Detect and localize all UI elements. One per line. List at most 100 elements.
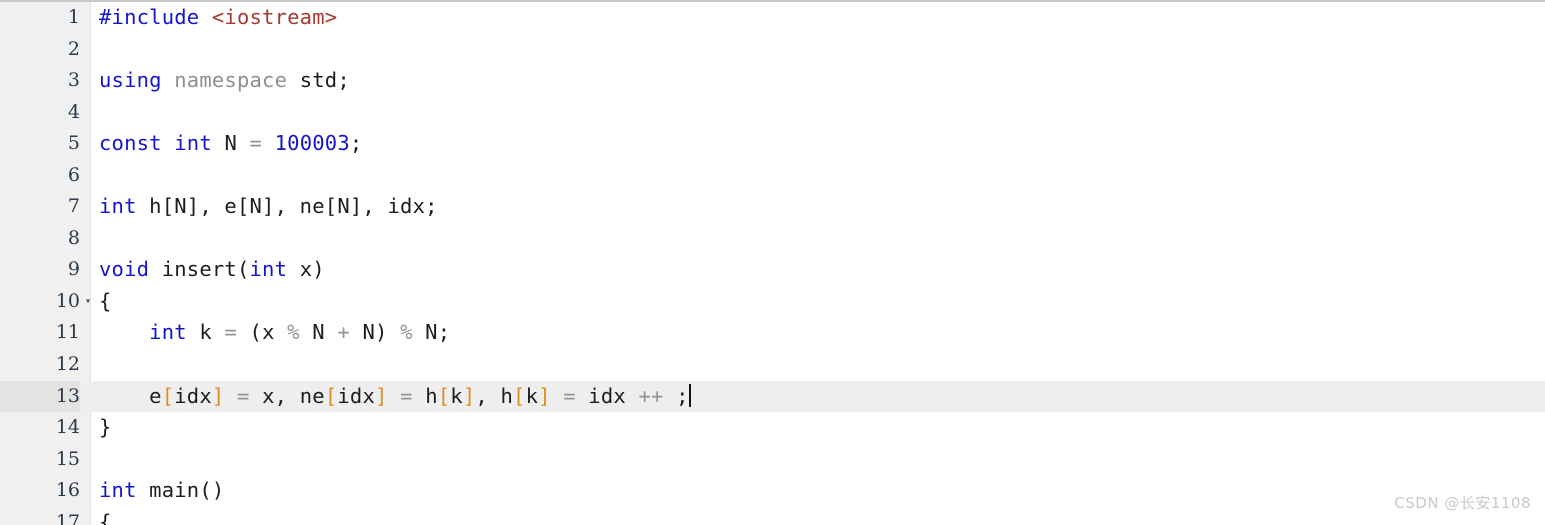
token-keyword-void: void — [99, 257, 150, 282]
code-line[interactable]: 3 using namespace std; — [0, 65, 1545, 97]
token-operator-assign: = — [224, 320, 237, 345]
token-open-brace: { — [99, 288, 112, 313]
line-number: 16 — [55, 479, 80, 502]
code-line[interactable]: 2 — [0, 34, 1545, 66]
token-identifier-n: N) — [349, 320, 401, 345]
token-expr-open: (x — [237, 320, 288, 345]
token-open-brace: { — [99, 509, 112, 525]
token-keyword-int: int — [99, 194, 137, 219]
token-array-e: e — [149, 383, 162, 408]
fold-toggle-icon[interactable]: ▾ — [82, 286, 94, 318]
token-declarators: h[N], e[N], ne[N], idx; — [136, 194, 438, 219]
code-line[interactable]: 11 int k = (x % N + N) % N; — [0, 317, 1545, 349]
code-line-content[interactable]: #include <iostream> — [99, 2, 337, 34]
code-editor[interactable]: 1 #include <iostream> 2 3 using namespac… — [0, 0, 1545, 525]
token-bracket-open: [ — [324, 383, 338, 408]
token-identifier-std: std; — [299, 68, 350, 93]
code-line-content[interactable]: const int N = 100003; — [99, 128, 362, 160]
token-identifier-k: k — [186, 320, 225, 345]
token-identifier-idx: idx — [337, 383, 375, 408]
line-number: 5 — [67, 132, 80, 155]
code-line-content[interactable]: using namespace std; — [99, 65, 350, 97]
code-line-content[interactable]: void insert(int x) — [99, 254, 325, 286]
token-operator-assign: = — [237, 383, 250, 408]
code-line-content[interactable]: int k = (x % N + N) % N; — [99, 317, 450, 349]
code-line[interactable]: 5 const int N = 100003; — [0, 128, 1545, 160]
token-close-brace: } — [99, 415, 112, 440]
code-line[interactable]: 15 — [0, 444, 1545, 476]
code-line-content[interactable]: e[idx] = x, ne[idx] = h[k], h[k] = idx +… — [99, 381, 691, 413]
token-keyword-int: int — [249, 257, 288, 282]
code-line[interactable]: 17 { — [0, 507, 1545, 525]
token-keyword-int: int — [99, 478, 137, 503]
code-line-active[interactable]: 13 e[idx] = x, ne[idx] = h[k], h[k] = id… — [0, 380, 1545, 413]
token-identifier-idx: idx — [174, 383, 212, 408]
code-line[interactable]: 14 } — [0, 412, 1545, 444]
line-number: 1 — [67, 6, 80, 28]
code-line[interactable]: 6 — [0, 160, 1545, 192]
token-identifier-n: N — [299, 320, 338, 345]
code-line-content[interactable]: int h[N], e[N], ne[N], idx; — [99, 191, 438, 223]
token-bracket-close: ] — [538, 383, 551, 408]
line-number: 6 — [67, 163, 80, 186]
line-number: 7 — [67, 195, 80, 218]
token-operator-modulo: % — [400, 320, 413, 345]
token-bracket-close: ] — [462, 383, 476, 408]
token-operator-assign: = — [563, 383, 576, 408]
token-keyword-const: const — [99, 131, 162, 156]
code-line-content[interactable]: int main() — [99, 475, 224, 507]
line-number: 9 — [67, 258, 80, 281]
code-line[interactable]: 10 ▾ { — [0, 286, 1545, 318]
token-array-h: h — [425, 383, 438, 408]
line-number: 10 — [55, 289, 80, 312]
text-caret — [688, 383, 691, 407]
code-line[interactable]: 1 #include <iostream> — [0, 2, 1545, 34]
token-identifier-n: N; — [412, 320, 451, 345]
line-number: 8 — [67, 226, 80, 249]
code-line[interactable]: 4 — [0, 97, 1545, 129]
code-line-content[interactable]: } — [99, 412, 112, 444]
code-line[interactable]: 12 — [0, 349, 1545, 381]
line-number: 15 — [55, 447, 80, 470]
line-number: 14 — [55, 416, 80, 439]
code-line[interactable]: 7 int h[N], e[N], ne[N], idx; — [0, 191, 1545, 223]
line-number: 4 — [67, 100, 80, 123]
code-line[interactable]: 16 int main() — [0, 475, 1545, 507]
token-identifier-idx: idx — [575, 383, 639, 408]
token-function-name: insert( — [149, 257, 250, 282]
token-bracket-open: [ — [437, 383, 451, 408]
token-operator-increment: ++ — [638, 383, 664, 408]
code-line[interactable]: 8 — [0, 223, 1545, 255]
token-number-literal: 100003 — [274, 131, 350, 156]
token-preprocessor: #include — [99, 5, 200, 29]
code-line-content[interactable]: { — [99, 507, 112, 525]
token-array-ne: ne — [299, 383, 325, 408]
token-keyword-using: using — [99, 68, 162, 93]
token-semicolon: ; — [663, 383, 689, 408]
code-line-content[interactable]: { — [99, 286, 112, 318]
token-keyword-int: int — [174, 131, 212, 156]
code-line[interactable]: 9 void insert(int x) — [0, 254, 1545, 286]
token-operator-assign: = — [400, 383, 413, 408]
token-operator-modulo: % — [287, 320, 300, 345]
token-bracket-open: [ — [513, 383, 526, 408]
token-operator-assign: = — [249, 131, 263, 156]
code-lines-container[interactable]: 1 #include <iostream> 2 3 using namespac… — [0, 2, 1545, 525]
token-keyword-int: int — [149, 320, 187, 345]
token-bracket-close: ] — [211, 383, 225, 408]
watermark: CSDN @长安1108 — [1394, 494, 1531, 512]
token-parameter: x) — [287, 257, 325, 282]
line-number: 12 — [55, 353, 80, 376]
token-bracket-close: ] — [375, 383, 388, 408]
token-array-h: h — [500, 383, 514, 408]
token-identifier-k: k — [450, 383, 463, 408]
line-number: 11 — [55, 321, 80, 344]
